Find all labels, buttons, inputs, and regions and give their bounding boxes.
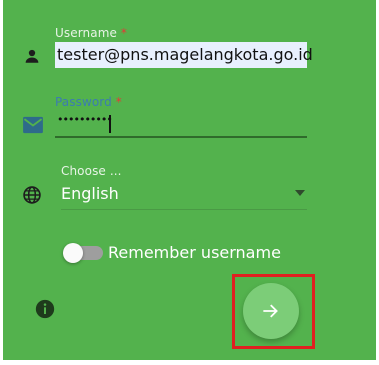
language-select[interactable]: English xyxy=(61,180,307,210)
login-panel: Username * tester@pns.magelangkota.go.id… xyxy=(3,0,376,360)
password-label-text: Password xyxy=(55,95,112,109)
password-label: Password * xyxy=(55,95,122,109)
username-label: Username * xyxy=(55,26,127,40)
password-value: •••••••••• xyxy=(57,113,113,126)
password-field[interactable]: •••••••••• xyxy=(55,111,307,138)
username-value: tester@pns.magelangkota.go.id xyxy=(57,45,313,64)
username-label-text: Username xyxy=(55,26,117,40)
remember-label: Remember username xyxy=(108,243,281,262)
username-required-mark: * xyxy=(120,26,128,40)
info-icon[interactable] xyxy=(35,299,55,319)
globe-icon xyxy=(23,186,41,204)
language-underline xyxy=(61,209,307,210)
remember-toggle[interactable] xyxy=(61,240,105,266)
envelope-icon xyxy=(23,116,43,134)
password-underline xyxy=(55,136,307,138)
toggle-thumb xyxy=(63,243,83,263)
language-selected: English xyxy=(61,184,119,203)
caret-down-icon xyxy=(295,190,305,196)
person-icon xyxy=(25,49,39,63)
highlight-box xyxy=(232,274,315,349)
username-field[interactable]: tester@pns.magelangkota.go.id xyxy=(55,42,313,68)
language-label: Choose ... xyxy=(61,164,122,178)
password-required-mark: * xyxy=(115,95,122,109)
text-cursor xyxy=(109,115,111,133)
